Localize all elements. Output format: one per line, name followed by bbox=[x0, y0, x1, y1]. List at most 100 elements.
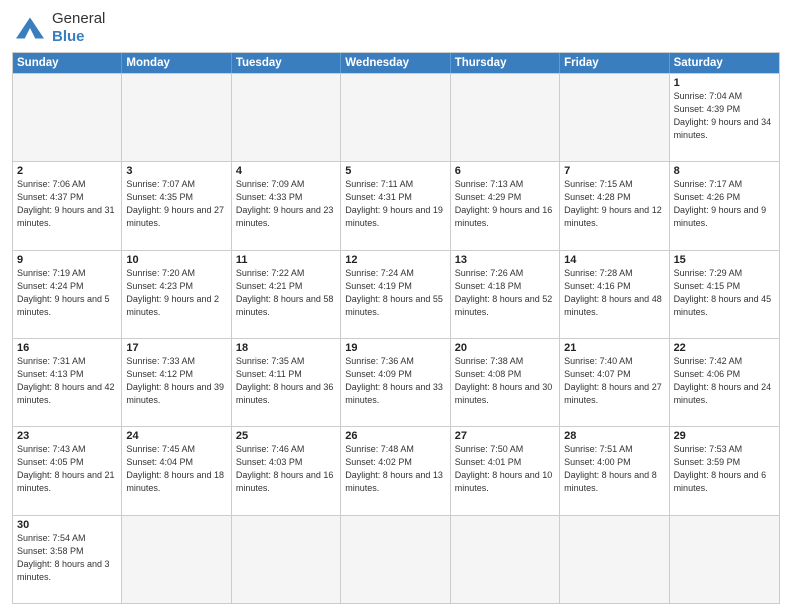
header-cell-tuesday: Tuesday bbox=[232, 53, 341, 73]
calendar: SundayMondayTuesdayWednesdayThursdayFrid… bbox=[12, 52, 780, 604]
calendar-cell bbox=[341, 516, 450, 603]
calendar-cell bbox=[560, 74, 669, 161]
header-cell-thursday: Thursday bbox=[451, 53, 560, 73]
calendar-cell: 13Sunrise: 7:26 AM Sunset: 4:18 PM Dayli… bbox=[451, 251, 560, 338]
sun-info: Sunrise: 7:22 AM Sunset: 4:21 PM Dayligh… bbox=[236, 267, 336, 319]
sun-info: Sunrise: 7:04 AM Sunset: 4:39 PM Dayligh… bbox=[674, 90, 775, 142]
day-number: 4 bbox=[236, 165, 336, 177]
calendar-cell bbox=[232, 516, 341, 603]
calendar-cell: 4Sunrise: 7:09 AM Sunset: 4:33 PM Daylig… bbox=[232, 162, 341, 249]
header-cell-saturday: Saturday bbox=[670, 53, 779, 73]
calendar-cell: 17Sunrise: 7:33 AM Sunset: 4:12 PM Dayli… bbox=[122, 339, 231, 426]
calendar-cell: 22Sunrise: 7:42 AM Sunset: 4:06 PM Dayli… bbox=[670, 339, 779, 426]
sun-info: Sunrise: 7:09 AM Sunset: 4:33 PM Dayligh… bbox=[236, 178, 336, 230]
day-number: 16 bbox=[17, 342, 117, 354]
calendar-cell: 20Sunrise: 7:38 AM Sunset: 4:08 PM Dayli… bbox=[451, 339, 560, 426]
logo: General Blue bbox=[12, 10, 105, 46]
logo-icon bbox=[12, 14, 48, 42]
day-number: 23 bbox=[17, 430, 117, 442]
calendar-cell: 3Sunrise: 7:07 AM Sunset: 4:35 PM Daylig… bbox=[122, 162, 231, 249]
day-number: 2 bbox=[17, 165, 117, 177]
calendar-cell: 18Sunrise: 7:35 AM Sunset: 4:11 PM Dayli… bbox=[232, 339, 341, 426]
calendar-cell: 30Sunrise: 7:54 AM Sunset: 3:58 PM Dayli… bbox=[13, 516, 122, 603]
header: General Blue bbox=[12, 10, 780, 46]
day-number: 17 bbox=[126, 342, 226, 354]
calendar-cell: 14Sunrise: 7:28 AM Sunset: 4:16 PM Dayli… bbox=[560, 251, 669, 338]
calendar-cell: 21Sunrise: 7:40 AM Sunset: 4:07 PM Dayli… bbox=[560, 339, 669, 426]
calendar-cell: 12Sunrise: 7:24 AM Sunset: 4:19 PM Dayli… bbox=[341, 251, 450, 338]
calendar-cell: 29Sunrise: 7:53 AM Sunset: 3:59 PM Dayli… bbox=[670, 427, 779, 514]
day-number: 26 bbox=[345, 430, 445, 442]
day-number: 28 bbox=[564, 430, 664, 442]
day-number: 11 bbox=[236, 254, 336, 266]
sun-info: Sunrise: 7:45 AM Sunset: 4:04 PM Dayligh… bbox=[126, 443, 226, 495]
sun-info: Sunrise: 7:40 AM Sunset: 4:07 PM Dayligh… bbox=[564, 355, 664, 407]
sun-info: Sunrise: 7:13 AM Sunset: 4:29 PM Dayligh… bbox=[455, 178, 555, 230]
header-cell-sunday: Sunday bbox=[13, 53, 122, 73]
sun-info: Sunrise: 7:46 AM Sunset: 4:03 PM Dayligh… bbox=[236, 443, 336, 495]
day-number: 5 bbox=[345, 165, 445, 177]
calendar-row-2: 9Sunrise: 7:19 AM Sunset: 4:24 PM Daylig… bbox=[13, 250, 779, 338]
calendar-cell: 25Sunrise: 7:46 AM Sunset: 4:03 PM Dayli… bbox=[232, 427, 341, 514]
calendar-cell: 6Sunrise: 7:13 AM Sunset: 4:29 PM Daylig… bbox=[451, 162, 560, 249]
day-number: 7 bbox=[564, 165, 664, 177]
calendar-body: 1Sunrise: 7:04 AM Sunset: 4:39 PM Daylig… bbox=[13, 73, 779, 603]
calendar-cell: 7Sunrise: 7:15 AM Sunset: 4:28 PM Daylig… bbox=[560, 162, 669, 249]
sun-info: Sunrise: 7:38 AM Sunset: 4:08 PM Dayligh… bbox=[455, 355, 555, 407]
sun-info: Sunrise: 7:50 AM Sunset: 4:01 PM Dayligh… bbox=[455, 443, 555, 495]
sun-info: Sunrise: 7:51 AM Sunset: 4:00 PM Dayligh… bbox=[564, 443, 664, 495]
calendar-header: SundayMondayTuesdayWednesdayThursdayFrid… bbox=[13, 53, 779, 73]
day-number: 6 bbox=[455, 165, 555, 177]
day-number: 8 bbox=[674, 165, 775, 177]
day-number: 9 bbox=[17, 254, 117, 266]
day-number: 25 bbox=[236, 430, 336, 442]
calendar-cell: 15Sunrise: 7:29 AM Sunset: 4:15 PM Dayli… bbox=[670, 251, 779, 338]
calendar-row-3: 16Sunrise: 7:31 AM Sunset: 4:13 PM Dayli… bbox=[13, 338, 779, 426]
calendar-cell: 26Sunrise: 7:48 AM Sunset: 4:02 PM Dayli… bbox=[341, 427, 450, 514]
calendar-cell: 23Sunrise: 7:43 AM Sunset: 4:05 PM Dayli… bbox=[13, 427, 122, 514]
calendar-row-0: 1Sunrise: 7:04 AM Sunset: 4:39 PM Daylig… bbox=[13, 73, 779, 161]
day-number: 1 bbox=[674, 77, 775, 89]
day-number: 27 bbox=[455, 430, 555, 442]
calendar-row-1: 2Sunrise: 7:06 AM Sunset: 4:37 PM Daylig… bbox=[13, 161, 779, 249]
sun-info: Sunrise: 7:24 AM Sunset: 4:19 PM Dayligh… bbox=[345, 267, 445, 319]
calendar-cell: 2Sunrise: 7:06 AM Sunset: 4:37 PM Daylig… bbox=[13, 162, 122, 249]
sun-info: Sunrise: 7:35 AM Sunset: 4:11 PM Dayligh… bbox=[236, 355, 336, 407]
day-number: 30 bbox=[17, 519, 117, 531]
day-number: 29 bbox=[674, 430, 775, 442]
sun-info: Sunrise: 7:11 AM Sunset: 4:31 PM Dayligh… bbox=[345, 178, 445, 230]
calendar-cell: 19Sunrise: 7:36 AM Sunset: 4:09 PM Dayli… bbox=[341, 339, 450, 426]
sun-info: Sunrise: 7:33 AM Sunset: 4:12 PM Dayligh… bbox=[126, 355, 226, 407]
day-number: 19 bbox=[345, 342, 445, 354]
calendar-row-5: 30Sunrise: 7:54 AM Sunset: 3:58 PM Dayli… bbox=[13, 515, 779, 603]
calendar-row-4: 23Sunrise: 7:43 AM Sunset: 4:05 PM Dayli… bbox=[13, 426, 779, 514]
sun-info: Sunrise: 7:53 AM Sunset: 3:59 PM Dayligh… bbox=[674, 443, 775, 495]
sun-info: Sunrise: 7:07 AM Sunset: 4:35 PM Dayligh… bbox=[126, 178, 226, 230]
sun-info: Sunrise: 7:54 AM Sunset: 3:58 PM Dayligh… bbox=[17, 532, 117, 584]
day-number: 3 bbox=[126, 165, 226, 177]
calendar-cell: 1Sunrise: 7:04 AM Sunset: 4:39 PM Daylig… bbox=[670, 74, 779, 161]
calendar-cell: 27Sunrise: 7:50 AM Sunset: 4:01 PM Dayli… bbox=[451, 427, 560, 514]
sun-info: Sunrise: 7:17 AM Sunset: 4:26 PM Dayligh… bbox=[674, 178, 775, 230]
day-number: 10 bbox=[126, 254, 226, 266]
day-number: 18 bbox=[236, 342, 336, 354]
day-number: 22 bbox=[674, 342, 775, 354]
calendar-cell bbox=[122, 74, 231, 161]
calendar-cell: 24Sunrise: 7:45 AM Sunset: 4:04 PM Dayli… bbox=[122, 427, 231, 514]
calendar-cell bbox=[451, 74, 560, 161]
day-number: 15 bbox=[674, 254, 775, 266]
calendar-cell: 9Sunrise: 7:19 AM Sunset: 4:24 PM Daylig… bbox=[13, 251, 122, 338]
calendar-cell: 10Sunrise: 7:20 AM Sunset: 4:23 PM Dayli… bbox=[122, 251, 231, 338]
calendar-cell bbox=[560, 516, 669, 603]
sun-info: Sunrise: 7:20 AM Sunset: 4:23 PM Dayligh… bbox=[126, 267, 226, 319]
day-number: 21 bbox=[564, 342, 664, 354]
logo-text: General Blue bbox=[52, 10, 105, 46]
sun-info: Sunrise: 7:28 AM Sunset: 4:16 PM Dayligh… bbox=[564, 267, 664, 319]
calendar-cell bbox=[13, 74, 122, 161]
sun-info: Sunrise: 7:06 AM Sunset: 4:37 PM Dayligh… bbox=[17, 178, 117, 230]
sun-info: Sunrise: 7:29 AM Sunset: 4:15 PM Dayligh… bbox=[674, 267, 775, 319]
calendar-cell bbox=[122, 516, 231, 603]
page: General Blue SundayMondayTuesdayWednesda… bbox=[0, 0, 792, 612]
header-cell-monday: Monday bbox=[122, 53, 231, 73]
sun-info: Sunrise: 7:43 AM Sunset: 4:05 PM Dayligh… bbox=[17, 443, 117, 495]
